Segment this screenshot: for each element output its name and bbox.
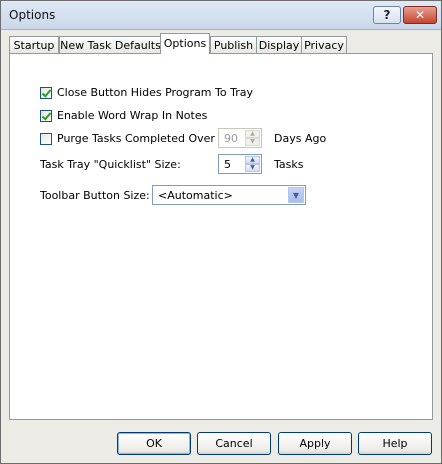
close-hides-checkbox[interactable] xyxy=(40,86,52,99)
tab-label: Options xyxy=(163,37,207,50)
tab-label: Publish xyxy=(213,39,254,52)
word-wrap-checkbox[interactable] xyxy=(40,109,52,122)
tab-label: Privacy xyxy=(304,39,344,52)
tab-label: New Task Defaults xyxy=(60,39,161,52)
tab-options[interactable]: Options xyxy=(160,33,210,54)
purge-days-input xyxy=(221,131,248,145)
spin-down-icon[interactable]: ▼ xyxy=(245,164,260,172)
close-hides-option[interactable]: Close Button Hides Program To Tray xyxy=(40,86,253,99)
purge-label: Purge Tasks Completed Over xyxy=(57,132,215,145)
chevron-down-icon: ▼ xyxy=(292,190,300,200)
quicklist-label: Task Tray "Quicklist" Size: xyxy=(40,158,181,171)
dropdown-arrow-icon[interactable]: ▼ xyxy=(288,187,304,203)
apply-button[interactable]: Apply xyxy=(278,432,352,455)
purge-checkbox[interactable] xyxy=(40,132,52,145)
tab-display[interactable]: Display xyxy=(256,36,302,53)
purge-option[interactable]: Purge Tasks Completed Over xyxy=(40,132,215,145)
toolbar-size-select[interactable]: <Automatic> ▼ xyxy=(152,185,306,205)
close-hides-label: Close Button Hides Program To Tray xyxy=(57,86,253,99)
toolbar-size-value: <Automatic> xyxy=(158,189,233,202)
spin-down-icon: ▼ xyxy=(245,138,260,146)
spin-up-icon: ▲ xyxy=(245,130,260,138)
spin-up-icon[interactable]: ▲ xyxy=(245,156,260,164)
help-button[interactable]: Help xyxy=(358,432,432,455)
options-dialog: Options ? ✕ Startup New Task Defaults Op… xyxy=(0,0,442,464)
quicklist-suffix: Tasks xyxy=(274,158,304,171)
quicklist-input[interactable] xyxy=(221,157,248,171)
quicklist-spinner[interactable]: ▲ ▼ xyxy=(218,154,262,174)
help-title-button[interactable]: ? xyxy=(373,6,401,24)
close-icon: ✕ xyxy=(414,8,426,22)
tab-publish[interactable]: Publish xyxy=(210,36,257,53)
window-title: Options xyxy=(9,8,56,22)
cancel-button[interactable]: Cancel xyxy=(197,432,271,455)
purge-suffix: Days Ago xyxy=(274,132,327,145)
ok-button[interactable]: OK xyxy=(117,432,191,455)
tab-privacy[interactable]: Privacy xyxy=(301,36,347,53)
question-icon: ? xyxy=(383,8,391,22)
word-wrap-label: Enable Word Wrap In Notes xyxy=(57,109,208,122)
close-title-button[interactable]: ✕ xyxy=(403,6,437,24)
tab-label: Display xyxy=(258,39,300,52)
tab-startup[interactable]: Startup xyxy=(9,36,59,53)
word-wrap-option[interactable]: Enable Word Wrap In Notes xyxy=(40,109,207,122)
options-panel: Close Button Hides Program To Tray Enabl… xyxy=(9,53,433,420)
tab-label: Startup xyxy=(13,39,55,52)
purge-days-spinner: ▲ ▼ xyxy=(218,128,262,148)
title-bar: Options ? ✕ xyxy=(1,1,441,30)
toolbar-size-label: Toolbar Button Size: xyxy=(40,189,150,202)
tab-new-task-defaults[interactable]: New Task Defaults xyxy=(59,36,162,53)
